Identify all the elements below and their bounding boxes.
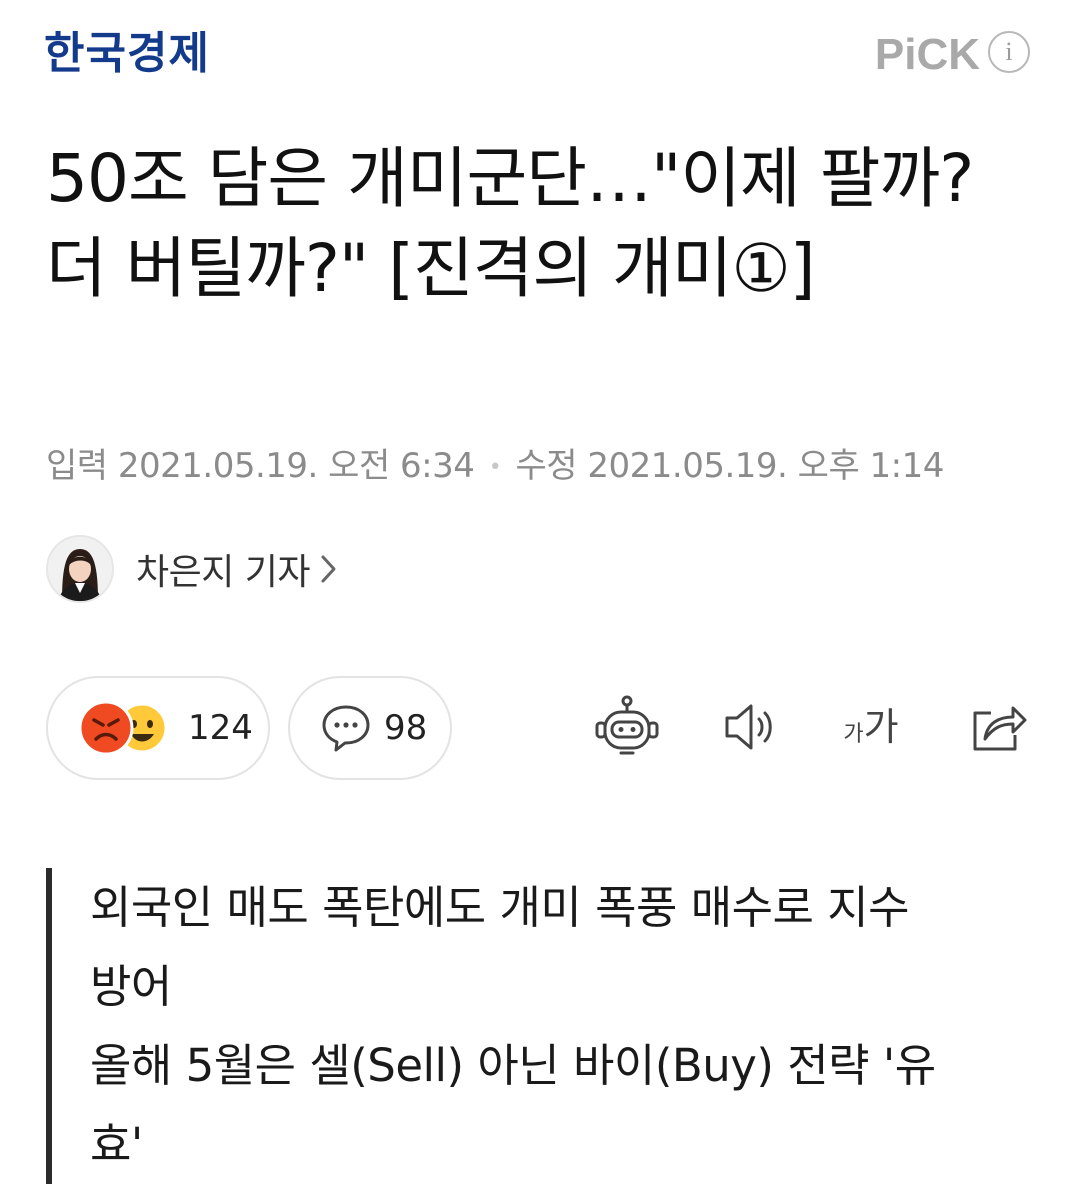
press-logo[interactable]: 한국경제 — [44, 24, 210, 84]
reaction-button[interactable]: 124 — [46, 676, 270, 780]
input-label: 입력 — [46, 446, 108, 486]
date-separator: • — [488, 454, 502, 480]
summary-line: 올해 5월은 셀(Sell) 아닌 바이(Buy) 전략 '유 — [90, 1039, 936, 1092]
pick-badge: PiCK — [874, 30, 980, 79]
reporter-avatar — [46, 535, 114, 603]
ai-robot-icon — [595, 695, 659, 755]
share-button[interactable] — [964, 692, 1034, 762]
ai-summary-button[interactable] — [592, 692, 662, 762]
speaker-icon — [725, 704, 772, 750]
reaction-count: 124 — [188, 708, 253, 748]
summary-line: 외국인 매도 폭탄에도 개미 폭풍 매수로 지수 — [90, 881, 910, 934]
action-bar: 124 98 가 가 — [46, 676, 1036, 782]
summary-line: 방어 — [90, 960, 172, 1013]
comment-count: 98 — [384, 708, 428, 748]
comment-bubble-icon — [320, 703, 372, 753]
article-title: 50조 담은 개미군단…"이제 팔까? 더 버틸까?" [진격의 개미①] — [46, 140, 974, 307]
modified-label: 수정 — [515, 446, 578, 486]
reporter-link[interactable]: 차은지 기자 — [46, 534, 338, 604]
info-icon[interactable]: i — [988, 31, 1030, 73]
font-size-button[interactable]: 가 가 — [836, 692, 906, 762]
article-dates: 입력 2021.05.19. 오전 6:34 • 수정 2021.05.19. … — [46, 444, 944, 490]
chevron-right-icon — [320, 554, 338, 588]
font-size-icon: 가 가 — [843, 705, 899, 749]
reporter-name[interactable]: 차은지 기자 — [136, 543, 311, 595]
reaction-faces — [76, 698, 176, 758]
input-datetime: 2021.05.19. 오전 6:34 — [117, 446, 475, 486]
article-summary: 외국인 매도 폭탄에도 개미 폭풍 매수로 지수 방어 올해 5월은 셀(Sel… — [46, 868, 996, 1184]
listen-button[interactable] — [714, 692, 784, 762]
header: 한국경제 PiCK i — [0, 0, 1080, 110]
angry-face-icon — [78, 700, 168, 756]
comment-button[interactable]: 98 — [288, 676, 452, 780]
share-icon — [973, 706, 1027, 751]
summary-line: 효' — [90, 1118, 143, 1171]
modified-datetime: 2021.05.19. 오후 1:14 — [587, 446, 944, 486]
